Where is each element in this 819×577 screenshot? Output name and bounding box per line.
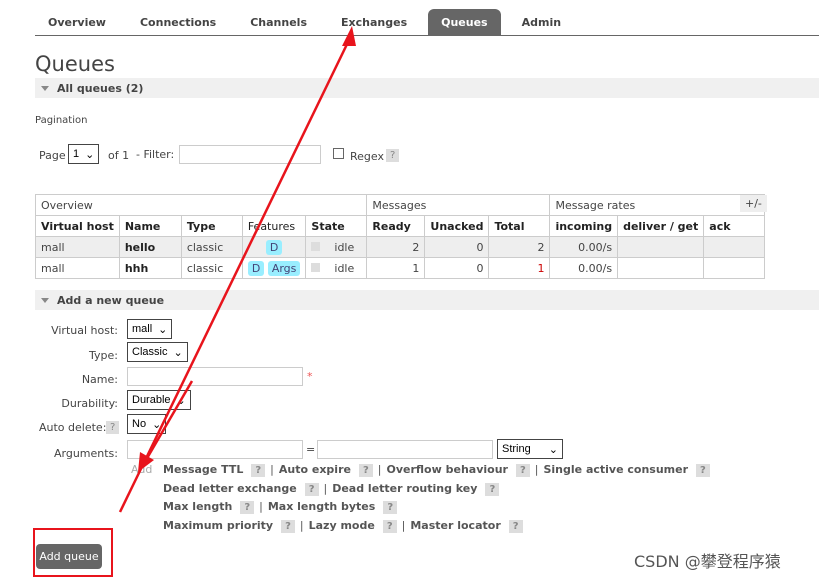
annotation-arrow-line	[118, 37, 352, 513]
annotation-box	[33, 528, 113, 577]
annotation-overlay	[33, 26, 356, 577]
annotation-arrow-head	[342, 26, 356, 46]
annotation-arrow-head	[138, 452, 154, 472]
annotation-arrow-line	[144, 380, 194, 461]
